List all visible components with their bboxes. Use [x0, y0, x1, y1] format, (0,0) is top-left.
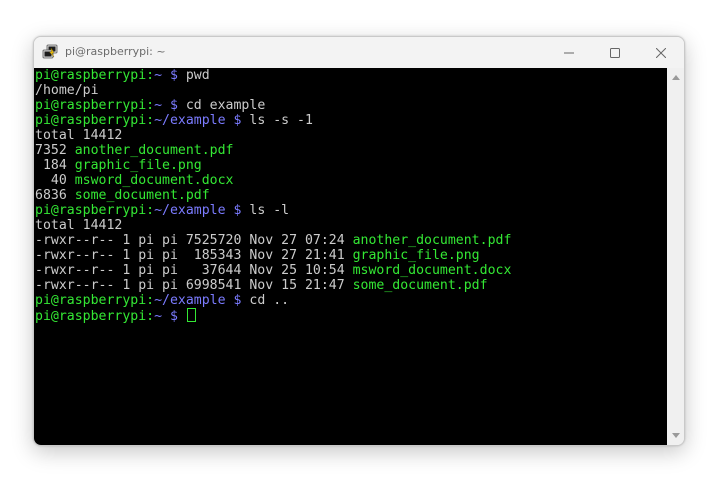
terminal-line: total 14412	[35, 218, 511, 233]
terminal-line: 40 msword_document.docx	[35, 173, 511, 188]
highlighted-text: another_document.pdf	[352, 233, 512, 248]
close-button[interactable]	[638, 37, 684, 68]
terminal-lines: pi@raspberrypi:~ $ pwd/home/pi pi@raspber…	[35, 68, 511, 324]
highlighted-text: graphic_file.png	[74, 158, 202, 173]
terminal-line: pi@raspberrypi:~ $ pwd	[35, 68, 511, 83]
highlighted-text: pi@raspberrypi:	[35, 98, 155, 113]
terminal-text: /home/pi	[35, 83, 99, 98]
terminal-line: pi@raspberrypi:~ $ cd example	[35, 98, 511, 113]
minimize-button[interactable]	[546, 37, 592, 68]
terminal-line: -rwxr--r-- 1 pi pi 37644 Nov 25 10:54 ms…	[35, 263, 511, 278]
vertical-scrollbar[interactable]	[667, 68, 684, 445]
terminal-text: cd example	[185, 98, 266, 113]
terminal-text: -rwxr--r-- 1 pi pi 37644 Nov 25 10:54	[35, 263, 353, 278]
minimize-icon	[564, 52, 574, 53]
highlighted-text: some_document.pdf	[74, 188, 210, 203]
scroll-up-button[interactable]	[667, 70, 684, 84]
terminal-window: pi@raspberrypi: ~ pi@raspberrypi:~ $ pwd…	[33, 36, 685, 446]
terminal-output[interactable]: pi@raspberrypi:~ $ pwd/home/pi pi@raspber…	[34, 68, 667, 445]
highlighted-text: pi@raspberrypi:	[35, 203, 155, 218]
scroll-up-arrow-icon	[671, 75, 680, 80]
highlighted-text: pi@raspberrypi:	[35, 293, 155, 308]
prompt-path: ~ $	[154, 98, 186, 113]
highlighted-text: pi@raspberrypi:	[35, 68, 155, 83]
title-bar[interactable]: pi@raspberrypi: ~	[34, 37, 684, 68]
terminal-line: -rwxr--r-- 1 pi pi 7525720 Nov 27 07:24 …	[35, 233, 511, 248]
highlighted-text: msword_document.docx	[74, 173, 234, 188]
terminal-text: -rwxr--r-- 1 pi pi 6998541 Nov 15 21:47	[35, 278, 353, 293]
terminal-text: ls -l	[249, 203, 290, 218]
terminal-line: total 14412	[35, 128, 511, 143]
highlighted-text: another_document.pdf	[74, 143, 234, 158]
terminal-text: 40	[35, 173, 75, 188]
terminal-line: pi@raspberrypi:~/example $ cd ..	[35, 293, 511, 308]
scroll-down-button[interactable]	[667, 429, 684, 443]
terminal-line: -rwxr--r-- 1 pi pi 185343 Nov 27 21:41 g…	[35, 248, 511, 263]
terminal-text: cd ..	[249, 293, 290, 308]
terminal-line: 7352 another_document.pdf	[35, 143, 511, 158]
terminal-text: total 14412	[35, 128, 123, 143]
terminal-text: 7352	[35, 143, 75, 158]
terminal-line: 6836 some_document.pdf	[35, 188, 511, 203]
scroll-down-arrow-icon	[671, 433, 680, 438]
terminal-text: pwd	[185, 68, 210, 83]
prompt-path: ~/example $	[154, 113, 250, 128]
window-title: pi@raspberrypi: ~	[65, 45, 166, 58]
prompt-path: ~/example $	[154, 203, 250, 218]
terminal-line: 184 graphic_file.png	[35, 158, 511, 173]
putty-icon[interactable]	[42, 44, 58, 60]
prompt-path: ~ $	[154, 68, 186, 83]
terminal-text: 184	[35, 158, 75, 173]
prompt-path: ~ $	[154, 309, 186, 324]
terminal-line: pi@raspberrypi:~ $	[35, 308, 511, 324]
terminal-line: -rwxr--r-- 1 pi pi 6998541 Nov 15 21:47 …	[35, 278, 511, 293]
terminal-text: 6836	[35, 188, 75, 203]
close-icon	[656, 47, 666, 58]
highlighted-text: pi@raspberrypi:	[35, 309, 155, 324]
highlighted-text: pi@raspberrypi:	[35, 113, 155, 128]
terminal-text: ls -s -1	[249, 113, 313, 128]
highlighted-text: msword_document.docx	[352, 263, 512, 278]
terminal-line: pi@raspberrypi:~/example $ ls -s -1	[35, 113, 511, 128]
maximize-button[interactable]	[592, 37, 638, 68]
terminal-line: /home/pi	[35, 83, 511, 98]
text-cursor	[186, 308, 196, 322]
terminal-text: -rwxr--r-- 1 pi pi 7525720 Nov 27 07:24	[35, 233, 353, 248]
terminal-text: total 14412	[35, 218, 123, 233]
maximize-icon	[610, 47, 620, 58]
terminal-text: -rwxr--r-- 1 pi pi 185343 Nov 27 21:41	[35, 248, 353, 263]
terminal-line: pi@raspberrypi:~/example $ ls -l	[35, 203, 511, 218]
highlighted-text: graphic_file.png	[352, 248, 480, 263]
prompt-path: ~/example $	[154, 293, 250, 308]
highlighted-text: some_document.pdf	[352, 278, 488, 293]
